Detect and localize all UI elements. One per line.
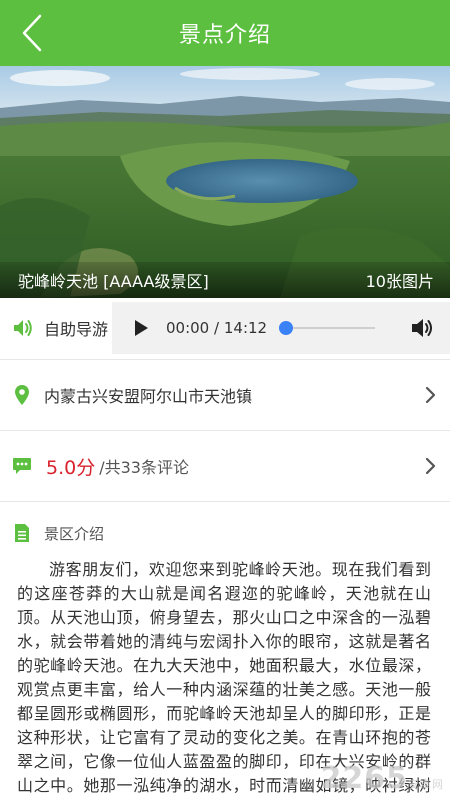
audio-progress-slider[interactable] — [279, 318, 376, 338]
intro-header: 景区介绍 — [0, 518, 450, 548]
duration: 14:12 — [223, 319, 268, 337]
rating-score: 5.0分 — [46, 456, 96, 479]
location-pin-icon — [15, 385, 29, 405]
location-row[interactable]: 内蒙古兴安盟阿尔山市天池镇 — [0, 360, 450, 430]
audio-guide-label-group: 自助导游 — [0, 298, 112, 358]
intro-title: 景区介绍 — [44, 524, 105, 543]
photo-count[interactable]: 10张图片 — [366, 268, 434, 292]
hero-photo[interactable]: 驼峰岭天池 [AAAA级景区] 10张图片 — [0, 66, 450, 298]
divider — [0, 501, 450, 502]
chevron-right-icon — [425, 386, 436, 404]
rating-row[interactable]: 5.0分 /共33条评论 — [0, 431, 450, 501]
progress-thumb[interactable] — [279, 321, 294, 335]
speaker-icon — [14, 320, 32, 336]
current-time: 00:00 — [166, 319, 210, 337]
watermark-sub: 安卓网 — [408, 778, 444, 791]
audio-guide-row: 自助导游 00:00 / 14:12 — [0, 298, 450, 358]
progress-track — [279, 327, 376, 329]
time-separator: / — [214, 319, 220, 337]
volume-icon[interactable] — [410, 316, 434, 340]
top-bar: 景点介绍 — [0, 0, 450, 66]
play-icon[interactable] — [132, 319, 150, 337]
audio-player: 00:00 / 14:12 — [112, 302, 450, 354]
document-icon — [15, 524, 29, 542]
chevron-right-icon — [425, 457, 436, 475]
back-chevron-icon[interactable] — [18, 12, 48, 54]
audio-time: 00:00 / 14:12 — [166, 319, 267, 337]
site-watermark: 2265安卓网 — [321, 761, 445, 796]
review-count: /共33条评论 — [99, 458, 189, 477]
hero-caption-bar: 驼峰岭天池 [AAAA级景区] 10张图片 — [0, 262, 450, 298]
page-title: 景点介绍 — [178, 23, 271, 48]
comment-bubble-icon — [13, 458, 31, 474]
audio-guide-label: 自助导游 — [44, 320, 109, 339]
watermark-text: 2265 — [320, 761, 408, 796]
address-text: 内蒙古兴安盟阿尔山市天池镇 — [44, 387, 253, 406]
scenic-name: 驼峰岭天池 [AAAA级景区] — [18, 272, 209, 291]
